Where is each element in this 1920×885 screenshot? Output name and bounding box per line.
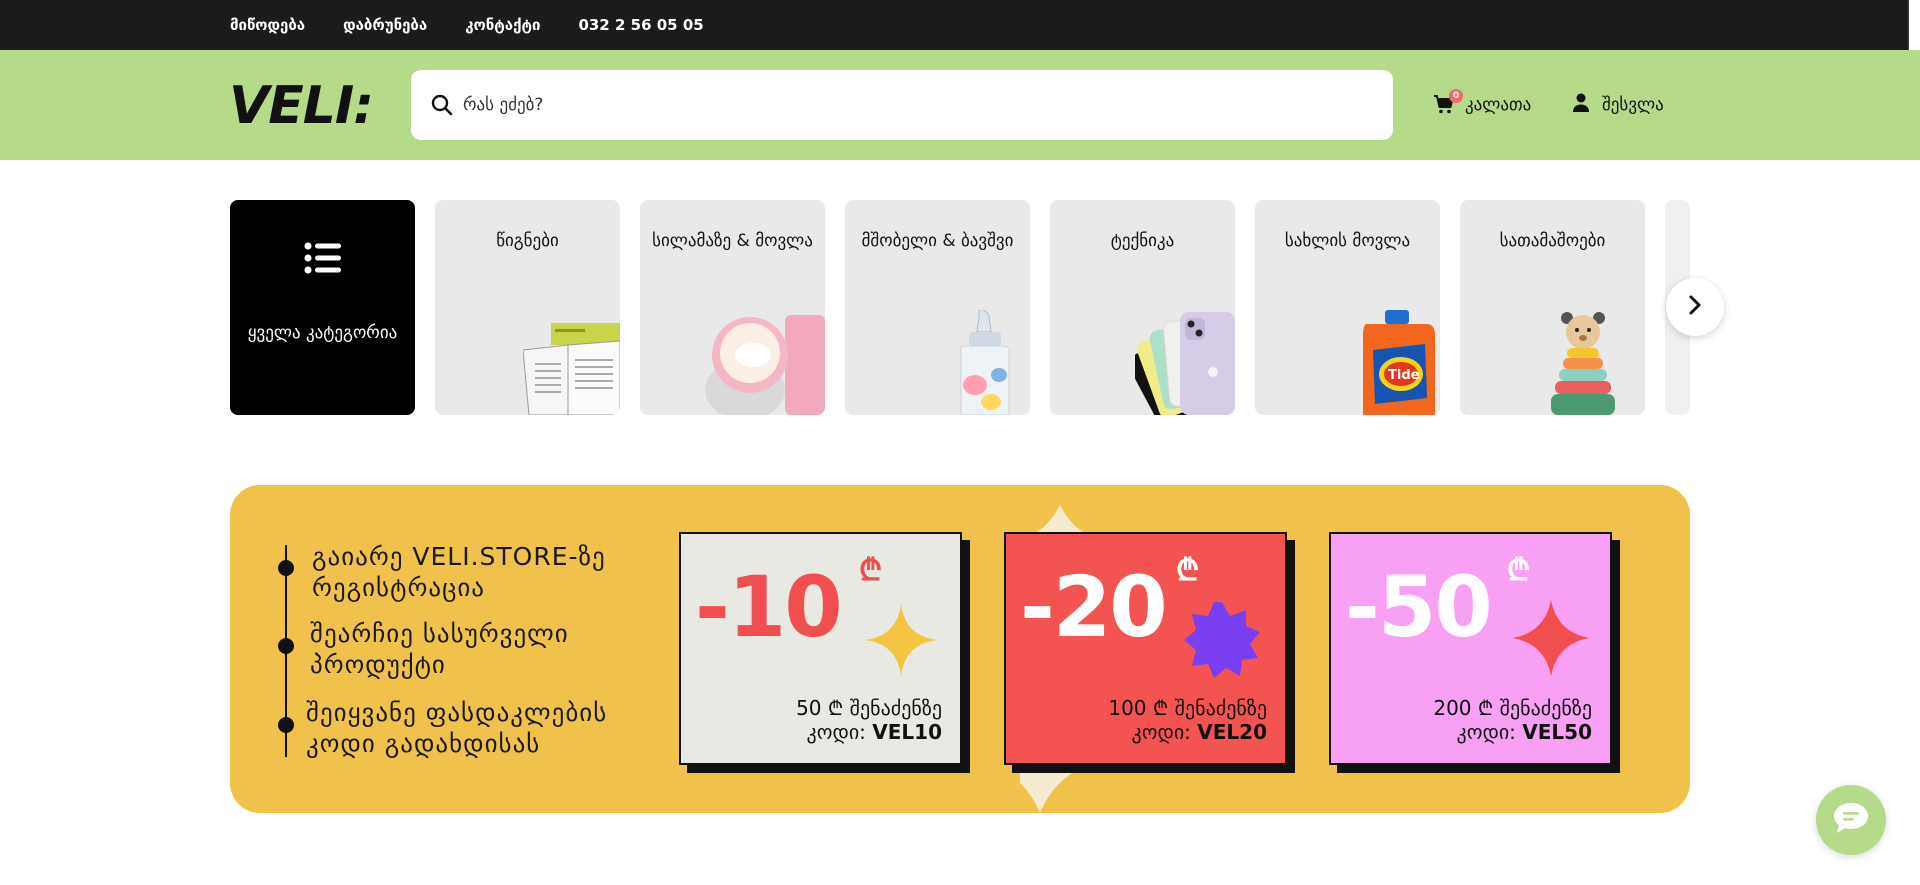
delivery-link[interactable]: მიწოდება: [230, 16, 305, 34]
category-card-parent-child[interactable]: მშობელი & ბავშვი: [845, 200, 1030, 415]
scrollbar[interactable]: [1908, 0, 1920, 50]
coupon-code-label: კოდი:: [1456, 720, 1516, 744]
coupon-discount: -50: [1345, 558, 1493, 656]
chat-bubble-icon: [1832, 801, 1870, 839]
category-carousel: ყველა კატეგორია წიგნები სილამაზე & მოვლა…: [230, 200, 1690, 416]
carousel-next-button[interactable]: [1666, 278, 1724, 336]
cart-button[interactable]: 0 კალათა: [1433, 89, 1532, 120]
coupon-code-value: VEL10: [872, 720, 942, 744]
search-icon[interactable]: [429, 92, 455, 118]
coupon-code-value: VEL50: [1522, 720, 1592, 744]
logo[interactable]: VELI:: [229, 76, 399, 136]
top-links: მიწოდება დაბრუნება კონტაქტი 032 2 56 05 …: [230, 0, 704, 50]
coupon-discount: -10: [695, 558, 843, 656]
svg-text:VELI:: VELI:: [229, 80, 373, 130]
search-bar[interactable]: [411, 70, 1393, 140]
coupon-minimum: 100 ₾ შენაძენზე: [1108, 696, 1267, 720]
cart-label: კალათა: [1465, 95, 1532, 115]
toy-image: [1551, 312, 1615, 415]
search-input[interactable]: [463, 95, 1363, 115]
logo-mark: VELI:: [229, 76, 374, 136]
coupon-code: კოდი: VEL10: [807, 720, 942, 744]
category-card-toys[interactable]: სათამაშოები: [1460, 200, 1645, 415]
category-card-electronics[interactable]: ტექნიკა: [1050, 200, 1235, 415]
book-image: [523, 323, 620, 415]
coupon-code-label: კოდი:: [1131, 720, 1191, 744]
user-icon: [1572, 93, 1590, 118]
category-label: სილამაზე & მოვლა: [652, 231, 813, 251]
coupon-code-value: VEL20: [1197, 720, 1267, 744]
sparkle-icon: [865, 604, 937, 676]
coupon-currency: ₾: [1176, 553, 1200, 588]
registration-steps: გაიარე VELI.STORE-ზე რეგისტრაცია შეარჩიე…: [230, 485, 680, 813]
coupon-minimum: 50 ₾ შენაძენზე: [796, 696, 942, 720]
category-label: სახლის მოვლა: [1284, 231, 1411, 251]
coupon-card-50[interactable]: -50 ₾ 200 ₾ შენაძენზე კოდი: VEL50: [1329, 532, 1612, 765]
cream-jar-image: [705, 315, 825, 415]
svg-text:Tide: Tide: [1388, 368, 1420, 383]
coupon-code: კოდი: VEL20: [1132, 720, 1267, 744]
coupon-discount: -20: [1020, 558, 1168, 656]
step-dot: [278, 560, 294, 576]
coupon-minimum: 200 ₾ შენაძენზე: [1433, 696, 1592, 720]
category-label: სათამაშოები: [1499, 231, 1606, 251]
phone-image: [1135, 312, 1235, 415]
top-bar: მიწოდება დაბრუნება კონტაქტი 032 2 56 05 …: [0, 0, 1920, 50]
step-dot: [278, 717, 294, 733]
login-button[interactable]: შესვლა: [1572, 90, 1664, 120]
category-card-all[interactable]: ყველა კატეგორია: [230, 200, 415, 415]
coupon-code: კოდი: VEL50: [1457, 720, 1592, 744]
cart-icon: 0: [1433, 89, 1463, 117]
coupon-currency: ₾: [1507, 553, 1531, 588]
badge-star-icon: [1184, 602, 1260, 678]
category-card-beauty[interactable]: სილამაზე & მოვლა: [640, 200, 825, 415]
category-label: მშობელი & ბავშვი: [861, 231, 1014, 251]
chat-button[interactable]: [1816, 785, 1886, 855]
step-2-text: შეარჩიე სასურველი პროდუქტი: [310, 619, 569, 679]
category-label: ტექნიკა: [1110, 231, 1175, 251]
category-label: წიგნები: [496, 231, 559, 251]
chevron-right-icon: [1687, 295, 1703, 319]
returns-link[interactable]: დაბრუნება: [343, 16, 427, 34]
category-card-household[interactable]: სახლის მოვლა Tide: [1255, 200, 1440, 415]
detergent-image: Tide: [1363, 310, 1435, 415]
coupon-currency: ₾: [859, 553, 883, 588]
coupon-card-10[interactable]: -10 ₾ 50 ₾ შენაძენზე კოდი: VEL10: [679, 532, 962, 765]
step-1-text: გაიარე VELI.STORE-ზე რეგისტრაცია: [312, 542, 606, 602]
cart-count-badge: 0: [1449, 89, 1463, 103]
contact-link[interactable]: კონტაქტი: [465, 16, 540, 34]
phone-number[interactable]: 032 2 56 05 05: [578, 16, 703, 34]
sparkle-icon: [1513, 600, 1589, 676]
baby-bottle-image: [960, 310, 1010, 415]
category-card-books[interactable]: წიგნები: [435, 200, 620, 415]
login-label: შესვლა: [1602, 95, 1664, 115]
step-dot: [278, 638, 294, 654]
coupon-card-20[interactable]: -20 ₾ 100 ₾ შენაძენზე კოდი: VEL20: [1004, 532, 1287, 765]
category-label: ყველა კატეგორია: [247, 323, 398, 343]
list-icon: [304, 242, 342, 278]
coupon-code-label: კოდი:: [806, 720, 866, 744]
step-3-text: შეიყვანე ფასდაკლების კოდი გადახდისას: [306, 698, 608, 758]
promo-banner[interactable]: გაიარე VELI.STORE-ზე რეგისტრაცია შეარჩიე…: [230, 485, 1690, 813]
